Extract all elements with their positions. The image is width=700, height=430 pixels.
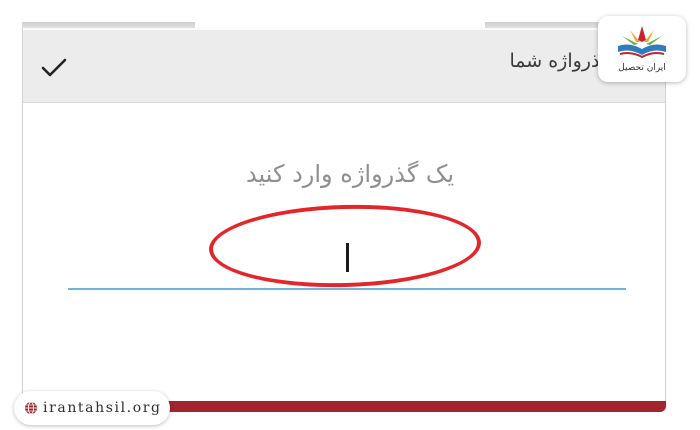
logo-book-icon bbox=[618, 26, 666, 59]
confirm-button[interactable] bbox=[38, 52, 70, 84]
globe-icon bbox=[25, 401, 37, 415]
brand-logo: ایران تحصیل bbox=[598, 16, 686, 82]
password-prompt: یک گذرواژه وارد کنید bbox=[245, 160, 455, 188]
site-url-badge: irantahsil.org bbox=[14, 391, 170, 425]
check-icon bbox=[41, 58, 67, 77]
site-url: irantahsil.org bbox=[43, 400, 162, 416]
logo-name: ایران تحصیل bbox=[618, 63, 666, 73]
brand-bottom-bar bbox=[160, 401, 666, 412]
page-title: گذرواژه شما bbox=[509, 50, 610, 72]
